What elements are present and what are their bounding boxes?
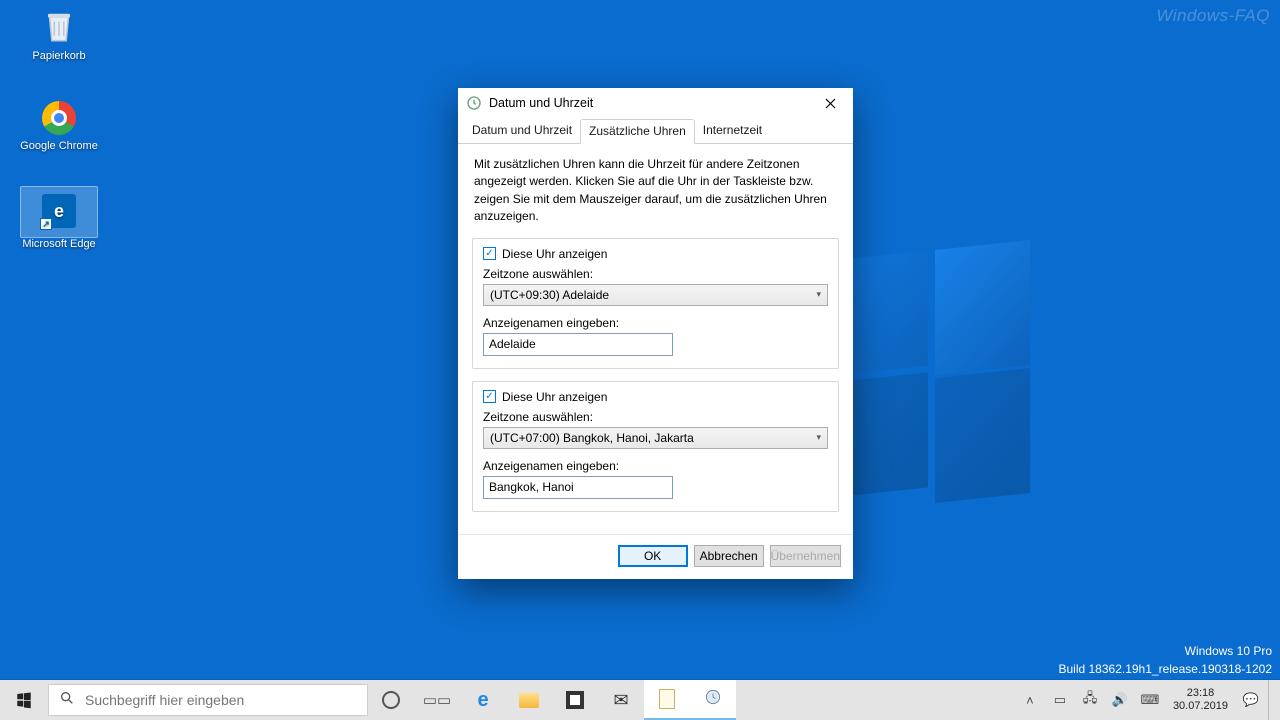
clock-icon <box>466 95 482 111</box>
recycle-bin-icon <box>39 8 79 48</box>
taskbar-cortana[interactable] <box>368 680 414 720</box>
clock-1-show-label: Diese Uhr anzeigen <box>502 247 607 261</box>
taskview-icon: ▭▭ <box>423 691 451 709</box>
clock-2-name-label: Anzeigenamen eingeben: <box>483 459 828 473</box>
tray-volume[interactable]: 🔊 <box>1107 692 1133 708</box>
desktop-icon-label: Google Chrome <box>20 140 98 152</box>
search-icon <box>59 690 75 710</box>
folder-icon <box>519 693 539 708</box>
ok-button[interactable]: OK <box>618 545 688 567</box>
tray-network[interactable]: 🖧 <box>1077 689 1103 711</box>
show-desktop-button[interactable] <box>1268 680 1274 720</box>
dialog-title: Datum und Uhrzeit <box>489 96 808 110</box>
battery-icon: ▭ <box>1054 692 1066 707</box>
tray-language[interactable]: ⌨ <box>1137 692 1163 708</box>
cancel-button[interactable]: Abbrechen <box>694 545 764 567</box>
wallpaper-windows-logo <box>840 255 1030 495</box>
taskbar-search[interactable] <box>48 684 368 716</box>
system-tray: ˄ ▭ 🖧 🔊 ⌨ 23:18 30.07.2019 💬 <box>1011 680 1280 720</box>
taskbar-notepad[interactable] <box>644 680 690 720</box>
desktop-icon-label: Papierkorb <box>20 50 98 62</box>
desktop-icon-recycle-bin[interactable]: Papierkorb <box>20 8 98 62</box>
clock-1-group: ✓ Diese Uhr anzeigen Zeitzone auswählen:… <box>472 238 839 369</box>
taskbar-date: 30.07.2019 <box>1173 700 1228 713</box>
notepad-icon <box>659 689 675 709</box>
volume-icon: 🔊 <box>1112 692 1128 707</box>
clock-1-timezone-select[interactable]: (UTC+09:30) Adelaide ▾ <box>483 284 828 306</box>
build-info: Windows 10 Pro Build 18362.19h1_release.… <box>1058 642 1272 678</box>
chevron-up-icon: ˄ <box>1026 693 1034 708</box>
taskbar-clock[interactable]: 23:18 30.07.2019 <box>1167 687 1234 713</box>
build-edition: Windows 10 Pro <box>1058 642 1272 660</box>
taskbar-edge[interactable]: e <box>460 680 506 720</box>
notifications-icon: 💬 <box>1243 692 1259 707</box>
clock-1-timezone-value: (UTC+09:30) Adelaide <box>490 288 609 302</box>
mail-icon: ✉ <box>613 690 628 711</box>
dialog-tabs: Datum und Uhrzeit Zusätzliche Uhren Inte… <box>458 118 853 144</box>
taskbar-mail[interactable]: ✉ <box>598 680 644 720</box>
taskbar-store[interactable] <box>552 680 598 720</box>
clock-icon <box>703 687 723 712</box>
start-button[interactable] <box>0 680 48 720</box>
network-icon: 🖧 <box>1083 690 1098 705</box>
desktop-icon-edge[interactable]: e↗ Microsoft Edge <box>20 186 98 250</box>
apply-button: Übernehmen <box>770 545 841 567</box>
chrome-icon <box>39 98 79 138</box>
tab-date-time[interactable]: Datum und Uhrzeit <box>464 119 580 144</box>
search-input[interactable] <box>85 692 357 708</box>
tab-additional-clocks[interactable]: Zusätzliche Uhren <box>580 119 695 144</box>
clock-1-show-checkbox[interactable]: ✓ <box>483 247 496 260</box>
desktop-icon-chrome[interactable]: Google Chrome <box>20 98 98 152</box>
dialog-buttons: OK Abbrechen Übernehmen <box>458 534 853 579</box>
clock-2-show-label: Diese Uhr anzeigen <box>502 390 607 404</box>
clock-2-timezone-value: (UTC+07:00) Bangkok, Hanoi, Jakarta <box>490 431 694 445</box>
clock-2-name-input[interactable] <box>483 476 673 499</box>
tray-chevron-up[interactable]: ˄ <box>1017 693 1043 708</box>
edge-icon: e↗ <box>39 191 79 231</box>
chevron-down-icon: ▾ <box>816 432 821 443</box>
clock-2-timezone-select[interactable]: (UTC+07:00) Bangkok, Hanoi, Jakarta ▾ <box>483 427 828 449</box>
taskbar-apps: ▭▭ e ✉ <box>368 680 736 720</box>
date-time-dialog: Datum und Uhrzeit Datum und Uhrzeit Zusä… <box>458 88 853 579</box>
panel-description: Mit zusätzlichen Uhren kann die Uhrzeit … <box>472 156 839 226</box>
clock-2-group: ✓ Diese Uhr anzeigen Zeitzone auswählen:… <box>472 381 839 512</box>
windows-icon <box>15 691 33 709</box>
cortana-icon <box>382 691 400 709</box>
tray-battery[interactable]: ▭ <box>1047 692 1073 708</box>
clock-1-name-label: Anzeigenamen eingeben: <box>483 316 828 330</box>
edge-icon: e <box>477 689 488 712</box>
tray-notifications[interactable]: 💬 <box>1238 692 1264 708</box>
tab-internet-time[interactable]: Internetzeit <box>695 119 770 144</box>
dialog-titlebar[interactable]: Datum und Uhrzeit <box>458 88 853 118</box>
watermark-text: Windows-FAQ <box>1156 6 1270 26</box>
keyboard-icon: ⌨ <box>1141 692 1160 707</box>
dialog-panel: Mit zusätzlichen Uhren kann die Uhrzeit … <box>458 144 853 534</box>
clock-1-name-input[interactable] <box>483 333 673 356</box>
build-number: Build 18362.19h1_release.190318-1202 <box>1058 660 1272 678</box>
taskbar: ▭▭ e ✉ ˄ ▭ 🖧 🔊 ⌨ 23:18 30.07.2019 💬 <box>0 680 1280 720</box>
close-button[interactable] <box>808 88 853 118</box>
chevron-down-icon: ▾ <box>816 289 821 300</box>
close-icon <box>825 98 836 109</box>
clock-1-tz-label: Zeitzone auswählen: <box>483 267 828 281</box>
taskbar-time: 23:18 <box>1173 687 1228 700</box>
taskbar-explorer[interactable] <box>506 680 552 720</box>
desktop-icon-label: Microsoft Edge <box>20 238 98 250</box>
desktop: Windows-FAQ Windows 10 Pro Build 18362.1… <box>0 0 1280 720</box>
store-icon <box>566 691 584 709</box>
taskbar-datetime-cpl[interactable] <box>690 680 736 720</box>
clock-2-show-checkbox[interactable]: ✓ <box>483 390 496 403</box>
taskbar-taskview[interactable]: ▭▭ <box>414 680 460 720</box>
clock-2-tz-label: Zeitzone auswählen: <box>483 410 828 424</box>
